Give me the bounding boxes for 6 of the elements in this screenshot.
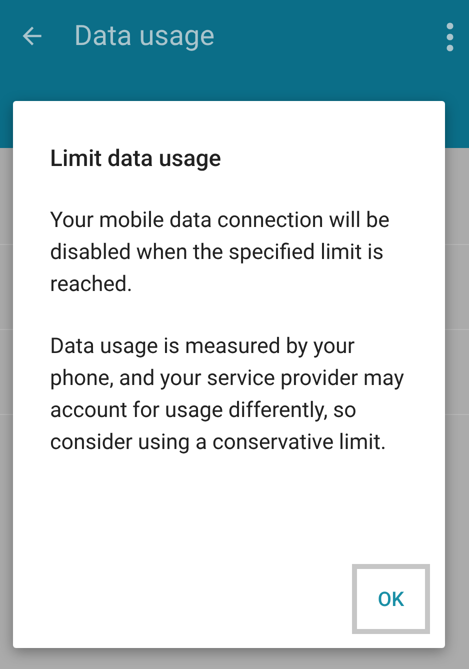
dialog-title: Limit data usage bbox=[50, 144, 222, 174]
screen-title: Data usage bbox=[74, 18, 215, 54]
dialog-message: Data usage is measured by your phone, and your service provider may account for usage differently, so consider using a conservative limit. bbox=[50, 333, 405, 457]
dialog-message: Your mobile data connection will be disabled when the specified limit is reached. bbox=[50, 207, 391, 299]
more-options-icon[interactable] bbox=[445, 22, 455, 52]
ok-button[interactable]: OK bbox=[352, 564, 430, 634]
